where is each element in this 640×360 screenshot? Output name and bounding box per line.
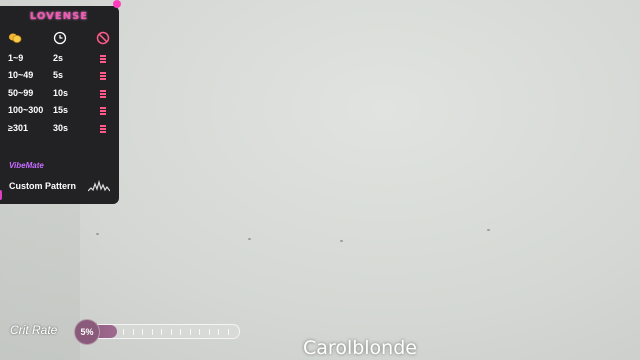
notification-dot — [113, 0, 121, 8]
tier-duration: 2s — [53, 53, 64, 63]
intensity-bars-icon — [100, 55, 106, 63]
vibemate-logo: VibeMate — [9, 161, 44, 170]
tier-duration: 15s — [53, 105, 69, 115]
progress-tick — [180, 329, 181, 335]
lovense-logo: LOVENSE — [29, 11, 89, 22]
background-speck — [340, 240, 343, 242]
progress-tick — [142, 329, 143, 335]
intensity-bars-icon — [100, 90, 106, 98]
tier-range: 50~99 — [8, 88, 34, 98]
waveform-icon — [88, 180, 110, 192]
crit-rate-progress-bar — [82, 324, 240, 339]
tier-row: ≥301 30s — [8, 123, 112, 137]
tier-duration: 5s — [53, 70, 64, 80]
intensity-bars-icon — [100, 107, 106, 115]
intensity-bars-icon — [100, 72, 106, 80]
progress-tick — [132, 329, 134, 335]
tier-range: 100~300 — [8, 105, 44, 115]
crit-rate-value-badge: 5% — [74, 319, 100, 345]
crit-rate-label: Crit Rate — [10, 323, 58, 337]
background-speck — [96, 233, 99, 235]
clock-icon — [53, 31, 67, 45]
progress-tick — [218, 329, 219, 335]
progress-tick — [208, 329, 210, 335]
lovense-tip-panel: LOVENSE 1~9 2s 10~49 5s 50~99 10s 100~30… — [0, 6, 119, 204]
tier-duration: 30s — [53, 123, 69, 133]
tier-duration: 10s — [53, 88, 69, 98]
broadcaster-username: Carolblonde — [303, 337, 417, 359]
progress-tick — [170, 329, 172, 335]
stop-icon — [96, 31, 110, 45]
background-speck — [487, 229, 490, 231]
progress-tick — [227, 329, 229, 335]
progress-tick — [189, 329, 191, 335]
tier-range: 10~49 — [8, 70, 34, 80]
tier-range: ≥301 — [8, 123, 28, 133]
progress-tick — [151, 329, 153, 335]
progress-tick — [123, 329, 124, 335]
panel-edge-accent — [0, 190, 2, 200]
progress-tick — [199, 329, 200, 335]
intensity-bars-icon — [100, 125, 106, 133]
background-speck — [248, 238, 251, 240]
tier-range: 1~9 — [8, 53, 24, 63]
custom-pattern-label: Custom Pattern — [9, 181, 77, 191]
coin-icon — [9, 33, 22, 43]
progress-tick — [161, 329, 162, 335]
tier-row: 50~99 10s — [8, 88, 112, 102]
tier-row: 100~300 15s — [8, 105, 112, 119]
tier-row: 10~49 5s — [8, 70, 112, 84]
tier-row: 1~9 2s — [8, 53, 112, 67]
